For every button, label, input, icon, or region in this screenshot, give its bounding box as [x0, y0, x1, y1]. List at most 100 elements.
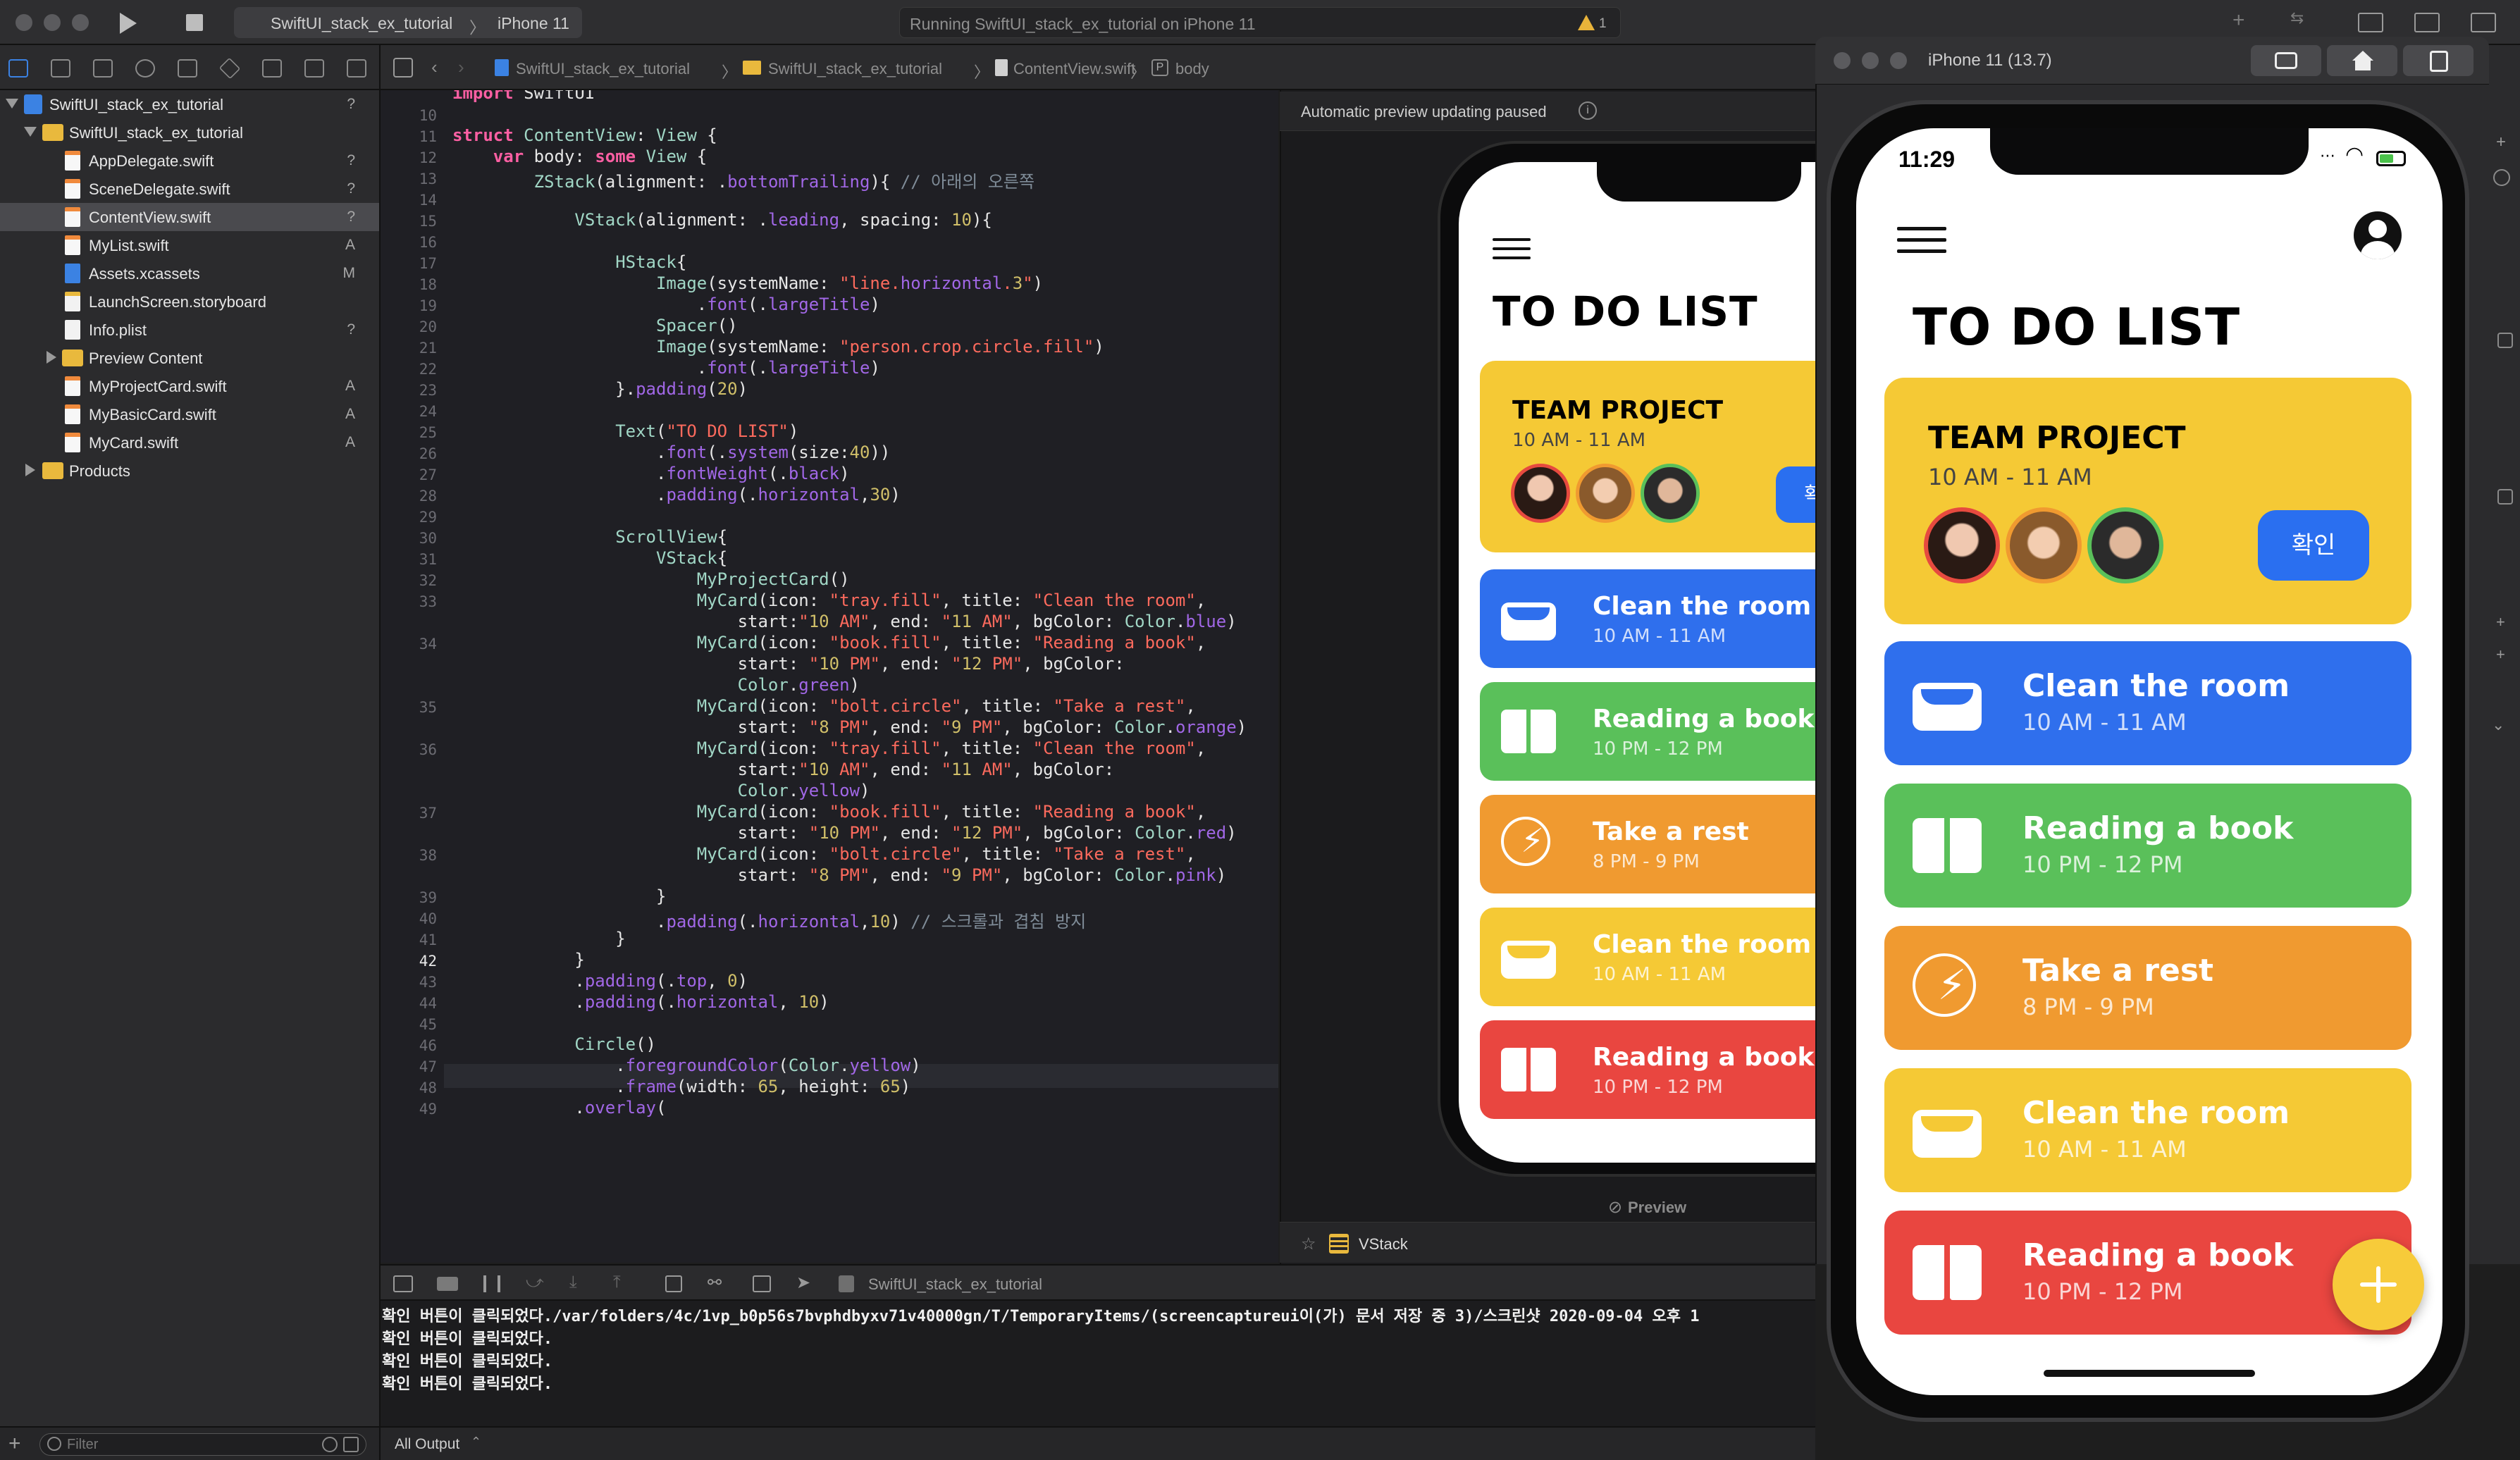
screenshot-button[interactable]: [2251, 45, 2321, 76]
hide-debug-icon[interactable]: [393, 1275, 413, 1292]
pause-icon[interactable]: [483, 1275, 500, 1292]
nav-item-file[interactable]: LaunchScreen.storyboard: [0, 287, 379, 316]
run-button[interactable]: [120, 13, 137, 34]
source-editor[interactable]: 10 11 12 13 14 15 16 17 18 19 20 21 22 23 24 25 26 27 28 29…: [381, 90, 1278, 1263]
view-hierarchy-icon[interactable]: [665, 1275, 682, 1292]
profile-icon[interactable]: [2354, 211, 2402, 259]
navigator-toggle-icon[interactable]: [2358, 13, 2383, 32]
folder-icon[interactable]: [8, 59, 28, 78]
line-number: 12: [419, 149, 437, 166]
chevron-right-icon: 〉: [1130, 63, 1147, 81]
back-arrow-icon[interactable]: ‹: [431, 56, 438, 78]
nav-item-file[interactable]: MyProjectCard.swift A: [0, 372, 379, 400]
disclosure-open-icon[interactable]: [24, 127, 37, 137]
debug-toggle-icon[interactable]: [2414, 13, 2440, 32]
recent-files-icon[interactable]: [322, 1437, 338, 1452]
nav-item-file[interactable]: AppDelegate.swift ?: [0, 147, 379, 175]
forward-arrow-icon[interactable]: ›: [458, 56, 464, 78]
task-title: Reading a book: [1593, 1043, 1815, 1072]
nav-item-file[interactable]: SceneDelegate.swift ?: [0, 175, 379, 203]
warning-icon[interactable]: [1578, 15, 1595, 30]
add-icon[interactable]: +: [2496, 613, 2505, 631]
step-in-icon[interactable]: ⤓: [569, 1273, 577, 1292]
breakpoints-icon[interactable]: [437, 1277, 458, 1291]
line-number: 21: [419, 340, 437, 357]
console-output[interactable]: 확인 버튼이 클릭되었다./var/folders/4c/1vp_b0p56s7…: [381, 1301, 1815, 1426]
inspector-toggle-icon[interactable]: [2471, 13, 2496, 32]
rotate-button[interactable]: [2403, 45, 2473, 76]
task-card[interactable]: ⚡ Take a rest 8 PM - 9 PM: [1884, 926, 2411, 1050]
nav-item-file[interactable]: MyCard.swift A: [0, 428, 379, 457]
selection-breadcrumb[interactable]: VStack: [1359, 1235, 1408, 1254]
swift-file-icon: [995, 59, 1008, 76]
nav-item-file[interactable]: Info.plist ?: [0, 316, 379, 344]
task-card[interactable]: Reading a book 10 PM - 12 PM: [1884, 1211, 2411, 1335]
status-text: Running SwiftUI_stack_ex_tutorial on iPh…: [910, 15, 1256, 33]
nav-item-file-selected[interactable]: ContentView.swift ?: [0, 203, 379, 231]
pin-icon[interactable]: ☆: [1301, 1234, 1316, 1254]
disclosure-closed-icon[interactable]: [47, 351, 56, 364]
add-button[interactable]: [2333, 1239, 2424, 1330]
add-icon[interactable]: +: [2496, 645, 2505, 664]
search-icon[interactable]: [135, 59, 155, 78]
test-icon[interactable]: [218, 57, 241, 80]
menu-icon[interactable]: [1897, 227, 1946, 253]
symbol-icon[interactable]: [93, 59, 113, 78]
navigator-filter-input[interactable]: Filter: [39, 1433, 366, 1456]
zoom-window-button[interactable]: [72, 14, 89, 31]
code-line: }: [452, 950, 585, 970]
task-card[interactable]: Reading a book 10 PM - 12 PM: [1884, 784, 2411, 908]
minimize-window-button[interactable]: [44, 14, 61, 31]
debug-target-name[interactable]: SwiftUI_stack_ex_tutorial: [868, 1275, 1042, 1294]
related-items-icon[interactable]: [393, 58, 413, 78]
nav-item-file[interactable]: MyBasicCard.swift A: [0, 400, 379, 428]
stop-button[interactable]: [186, 14, 203, 31]
nav-item-project[interactable]: SwiftUI_stack_ex_tutorial ?: [0, 90, 379, 118]
nav-item-group[interactable]: SwiftUI_stack_ex_tutorial: [0, 118, 379, 147]
disclosure-open-icon[interactable]: [6, 99, 18, 109]
confirm-button[interactable]: 확인: [2258, 510, 2369, 581]
disclosure-closed-icon[interactable]: [25, 464, 35, 476]
add-file-icon[interactable]: +: [8, 1432, 21, 1456]
close-window-button[interactable]: [1834, 52, 1851, 69]
memory-graph-icon[interactable]: ⚯: [708, 1273, 722, 1293]
jump-bar-item[interactable]: SwiftUI_stack_ex_tutorial: [768, 60, 942, 78]
code-line: struct ContentView: View {: [452, 125, 717, 145]
minimize-window-button[interactable]: [1862, 52, 1879, 69]
environment-icon[interactable]: [753, 1275, 771, 1292]
checkbox[interactable]: [2497, 489, 2513, 505]
location-icon[interactable]: ➤: [796, 1273, 810, 1293]
task-title: Clean the room: [1593, 592, 1812, 621]
task-card[interactable]: Clean the room 10 AM - 11 AM: [1884, 1068, 2411, 1192]
nav-item-group[interactable]: Products: [0, 457, 379, 485]
nav-item-file[interactable]: MyList.swift A: [0, 231, 379, 259]
info-icon[interactable]: i: [1579, 101, 1597, 120]
chevron-down-icon[interactable]: ⌄: [2492, 716, 2504, 734]
step-out-icon[interactable]: ⤒: [613, 1273, 621, 1292]
jump-bar-item[interactable]: body: [1175, 60, 1209, 78]
issue-icon[interactable]: [178, 59, 197, 78]
breakpoint-icon[interactable]: [304, 59, 324, 78]
nav-item-group[interactable]: Preview Content: [0, 344, 379, 372]
swift-file-icon: [65, 404, 80, 424]
add-library-icon[interactable]: +: [2232, 8, 2245, 32]
tray-icon: [1501, 929, 1556, 984]
output-scope-select[interactable]: All Output: [395, 1436, 459, 1453]
source-control-filter-icon[interactable]: [343, 1437, 359, 1452]
step-over-icon[interactable]: ⤻: [526, 1273, 544, 1292]
jump-bar-item[interactable]: ContentView.swift: [1013, 60, 1135, 78]
nav-item-file[interactable]: Assets.xcassets M: [0, 259, 379, 287]
close-window-button[interactable]: [16, 14, 32, 31]
info-icon[interactable]: [2493, 169, 2510, 186]
home-button[interactable]: [2327, 45, 2397, 76]
task-card[interactable]: Clean the room 10 AM - 11 AM: [1884, 641, 2411, 765]
scheme-selector[interactable]: SwiftUI_stack_ex_tutorial 〉 iPhone 11: [234, 7, 582, 38]
source-control-icon[interactable]: [51, 59, 70, 78]
add-icon[interactable]: +: [2496, 132, 2506, 152]
code-review-icon[interactable]: ⇆: [2290, 8, 2304, 27]
checkbox[interactable]: [2497, 333, 2513, 348]
report-icon[interactable]: [347, 59, 366, 78]
jump-bar-item[interactable]: SwiftUI_stack_ex_tutorial: [516, 60, 690, 78]
zoom-window-button[interactable]: [1890, 52, 1907, 69]
debug-icon[interactable]: [262, 59, 282, 78]
